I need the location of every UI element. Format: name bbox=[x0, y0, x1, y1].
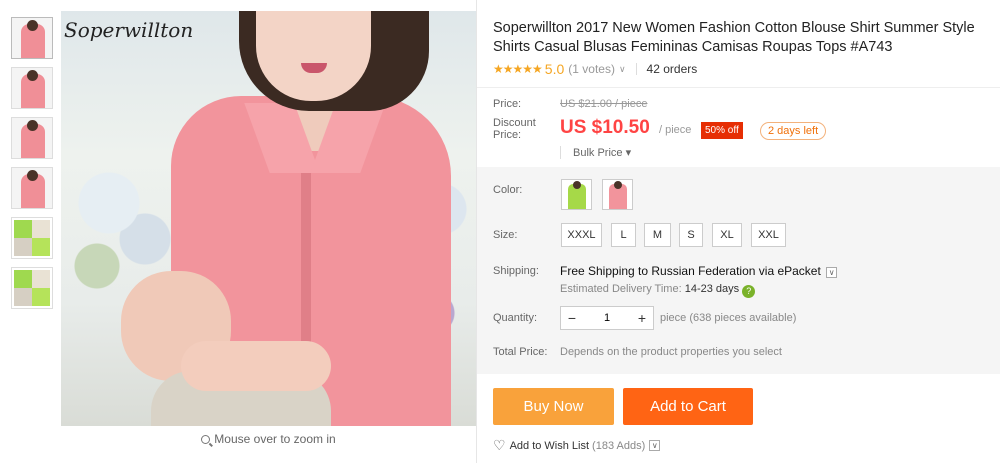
star-rating-icon[interactable]: ★★★★★ bbox=[493, 62, 543, 76]
size-option[interactable]: M bbox=[644, 223, 671, 247]
price-block: Price: US $21.00 / piece Discount Price:… bbox=[477, 87, 1000, 167]
size-option[interactable]: XL bbox=[712, 223, 742, 247]
days-left-badge: 2 days left bbox=[760, 122, 827, 140]
wishlist-count: (183 Adds) bbox=[592, 439, 646, 452]
estimated-delivery: Estimated Delivery Time: 14-23 days ? bbox=[560, 283, 756, 298]
discount-price-label-1: Discount bbox=[493, 117, 536, 129]
thumbnail-list bbox=[11, 17, 53, 317]
color-option-pink[interactable] bbox=[602, 179, 633, 210]
bulk-price-dropdown[interactable]: Bulk Price ▾ bbox=[560, 146, 631, 159]
quantity-label: Quantity: bbox=[493, 312, 538, 324]
sku-options: Color: Size: XXXL L M S XL XXL Shipping:… bbox=[477, 167, 1000, 374]
magnifier-icon bbox=[201, 435, 211, 444]
size-option[interactable]: XXXL bbox=[561, 223, 602, 247]
orders-count: 42 orders bbox=[646, 62, 698, 76]
thumbnail-image[interactable] bbox=[11, 267, 53, 309]
add-to-cart-button[interactable]: Add to Cart bbox=[623, 388, 753, 425]
shipping-text: Free Shipping to Russian Federation via … bbox=[560, 264, 821, 278]
plus-icon[interactable]: + bbox=[631, 310, 653, 326]
size-option[interactable]: XXL bbox=[751, 223, 786, 247]
product-title: Soperwillton 2017 New Women Fashion Cott… bbox=[493, 20, 975, 55]
main-product-image[interactable]: Soperwillton bbox=[61, 11, 476, 426]
original-price: US $21.00 / piece bbox=[560, 98, 648, 110]
swatch-head bbox=[614, 181, 622, 189]
buy-now-button[interactable]: Buy Now bbox=[493, 388, 614, 425]
chevron-down-icon[interactable]: ∨ bbox=[619, 64, 626, 75]
help-icon[interactable]: ? bbox=[742, 285, 756, 298]
zoom-hint-text: Mouse over to zoom in bbox=[214, 432, 336, 446]
discount-price-label-2: Price: bbox=[493, 129, 522, 141]
rating-value: 5.0 bbox=[544, 61, 565, 77]
price-label: Price: bbox=[493, 98, 522, 110]
shipping-method[interactable]: Free Shipping to Russian Federation via … bbox=[560, 264, 838, 278]
estimated-delivery-label: Estimated Delivery Time: bbox=[560, 283, 682, 295]
quantity-input[interactable] bbox=[583, 312, 631, 324]
divider bbox=[635, 63, 637, 75]
thumbnail-image[interactable] bbox=[11, 167, 53, 209]
thumbnail-image[interactable] bbox=[11, 67, 53, 109]
size-label: Size: bbox=[493, 229, 518, 241]
zoom-hint: Mouse over to zoom in bbox=[61, 432, 476, 446]
wishlist-row: ♡ Add to Wish List (183 Adds) ∨ bbox=[493, 437, 661, 454]
minus-icon[interactable]: − bbox=[561, 310, 583, 326]
thumbnail-image[interactable] bbox=[11, 217, 53, 259]
discount-price: US $10.50 bbox=[560, 117, 650, 138]
swatch-head bbox=[573, 181, 581, 189]
color-option-green[interactable] bbox=[561, 179, 592, 210]
brand-watermark: Soperwillton bbox=[64, 18, 194, 42]
add-to-wishlist-link[interactable]: Add to Wish List bbox=[510, 440, 589, 452]
thumbnail-image[interactable] bbox=[11, 117, 53, 159]
price-unit: / piece bbox=[659, 124, 692, 136]
chevron-down-icon[interactable]: ∨ bbox=[826, 267, 838, 278]
discount-badge: 50% off bbox=[701, 122, 743, 139]
votes-count[interactable]: (1 votes) bbox=[568, 62, 615, 76]
size-option[interactable]: L bbox=[611, 223, 636, 247]
estimated-delivery-days: 14-23 days bbox=[684, 283, 740, 295]
rating-row: ★★★★★ 5.0 (1 votes) ∨ 42 orders bbox=[493, 61, 697, 77]
quantity-available: piece (638 pieces available) bbox=[660, 312, 797, 324]
model-hands bbox=[181, 341, 331, 391]
chevron-down-icon[interactable]: ∨ bbox=[649, 440, 661, 451]
total-price-label: Total Price: bbox=[493, 346, 548, 358]
shipping-label: Shipping: bbox=[493, 265, 539, 277]
total-price-note: Depends on the product properties you se… bbox=[560, 346, 782, 358]
size-option[interactable]: S bbox=[679, 223, 703, 247]
quantity-stepper: − + bbox=[560, 306, 654, 330]
color-label: Color: bbox=[493, 184, 523, 196]
thumbnail-image[interactable] bbox=[11, 17, 53, 59]
heart-icon[interactable]: ♡ bbox=[493, 437, 506, 454]
